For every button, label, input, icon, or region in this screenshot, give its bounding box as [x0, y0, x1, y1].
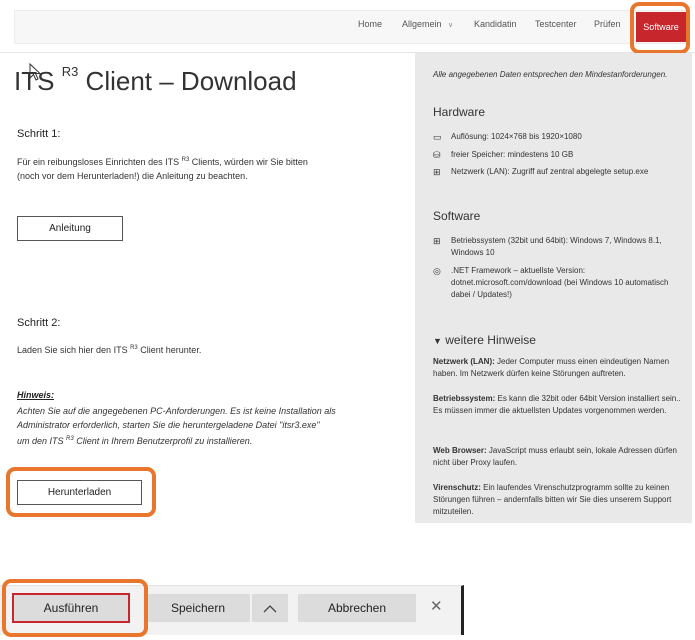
nav-software[interactable]: Software [636, 12, 686, 42]
hint-line-3a: um den ITS [17, 436, 64, 446]
instructions-button[interactable]: Anleitung [17, 216, 123, 241]
hint-text: Achten Sie auf die angegebenen PC-Anford… [17, 404, 377, 448]
triangle-down-icon: ▼ [433, 336, 442, 346]
step2-text: Laden Sie sich hier den ITS R3 Client he… [17, 341, 377, 357]
nav-kandidatin[interactable]: Kandidatin [474, 19, 517, 29]
title-suffix: Client – Download [85, 66, 297, 96]
step1-text-c: (noch vor dem Herunterladen!) die Anleit… [17, 171, 248, 181]
nav-home[interactable]: Home [358, 19, 382, 29]
nav-testcenter[interactable]: Testcenter [535, 19, 577, 29]
step1-heading: Schritt 1: [17, 128, 61, 140]
software-item-os: ⊞ Betriebssystem (32bit und 64bit): Wind… [433, 235, 683, 259]
hint-line-2: Administrator erforderlich, starten Sie … [17, 420, 320, 430]
network-icon: ⊞ [433, 167, 441, 177]
menu-bar [14, 10, 688, 44]
requirements-note: Alle angegebenen Daten entsprechen den M… [433, 70, 668, 79]
hint-browser: Web Browser: JavaScript muss erlaubt sei… [433, 445, 683, 469]
more-hints-toggle[interactable]: ▼ weitere Hinweise [433, 333, 536, 347]
cancel-button[interactable]: Abbrechen [298, 594, 416, 622]
download-button[interactable]: Herunterladen [17, 480, 142, 505]
software-heading: Software [433, 209, 481, 223]
hardware-item-resolution: ▭ Auflösung: 1024×768 bis 1920×1080 [433, 131, 683, 143]
hint-network: Netzwerk (LAN): Jeder Computer muss eine… [433, 356, 683, 380]
download-button-label: Herunterladen [47, 487, 112, 498]
software-item-label: Betriebssystem (32bit und 64bit): Window… [451, 236, 662, 257]
save-button-label: Speichern [170, 601, 226, 615]
step2-text-b: Client herunter. [140, 345, 202, 355]
dotnet-icon: ◎ [433, 266, 441, 276]
save-button[interactable]: Speichern [146, 594, 250, 622]
title-superscript: R3 [61, 64, 79, 79]
cancel-button-label: Abbrechen [327, 601, 387, 615]
step1-text-a: Für ein reibungsloses Einrichten des ITS [17, 157, 180, 167]
more-hints-heading: weitere Hinweise [445, 333, 536, 347]
run-button-label: Ausführen [43, 601, 99, 615]
save-options-button[interactable] [252, 594, 288, 622]
hardware-item-network: ⊞ Netzwerk (LAN): Zugriff auf zentral ab… [433, 166, 683, 178]
hint-network-label: Netzwerk (LAN): [433, 357, 495, 366]
hint-os-label: Betriebssystem: [433, 394, 496, 403]
close-icon[interactable]: ✕ [430, 597, 443, 615]
hint-line-3-sup: R3 [66, 436, 74, 442]
hardware-item-label: Auflösung: 1024×768 bis 1920×1080 [451, 132, 582, 141]
nav-allgemein[interactable]: Allgemein ∨ [402, 19, 453, 29]
step2-heading: Schritt 2: [17, 317, 61, 329]
title-prefix: ITS [14, 66, 55, 96]
database-icon: ⛁ [433, 150, 441, 160]
chevron-down-icon: ∨ [448, 22, 454, 29]
nav-software-label: Software [643, 22, 679, 32]
hint-line-3b: Client in Ihrem Benutzerprofil zu instal… [76, 436, 253, 446]
page-title: ITS R3 Client – Download [14, 64, 297, 97]
run-button[interactable]: Ausführen [12, 593, 130, 623]
hint-os: Betriebssystem: Es kann die 32bit oder 6… [433, 393, 683, 417]
hardware-heading: Hardware [433, 105, 486, 119]
hint-label: Hinweis: [17, 390, 55, 400]
hint-browser-label: Web Browser: [433, 446, 487, 455]
chevron-up-icon [263, 604, 277, 612]
hint-antivirus-label: Virenschutz: [433, 483, 481, 492]
monitor-icon: ▭ [433, 132, 442, 142]
hardware-item-label: Netzwerk (LAN): Zugriff auf zentral abge… [451, 167, 649, 176]
step1-text: Für ein reibungsloses Einrichten des ITS… [17, 153, 377, 183]
step1-text-sup: R3 [181, 157, 190, 163]
hint-line-1: Achten Sie auf die angegebenen PC-Anford… [17, 406, 336, 416]
hint-antivirus: Virenschutz: Ein laufendes Virenschutzpr… [433, 482, 683, 518]
nav-pruefen[interactable]: Prüfen [594, 19, 621, 29]
windows-icon: ⊞ [433, 236, 441, 246]
step2-text-a: Laden Sie sich hier den ITS [17, 345, 128, 355]
software-item-dotnet: ◎ .NET Framework – aktuellste Version: d… [433, 265, 683, 301]
step1-text-b: Clients, würden wir Sie bitten [191, 157, 308, 167]
hardware-item-label: freier Speicher: mindestens 10 GB [451, 150, 574, 159]
hardware-item-storage: ⛁ freier Speicher: mindestens 10 GB [433, 149, 683, 161]
step2-text-sup: R3 [130, 345, 138, 351]
instructions-button-label: Anleitung [49, 223, 91, 234]
nav-allgemein-label: Allgemein [402, 19, 442, 29]
software-item-label: .NET Framework – aktuellste Version: dot… [451, 266, 669, 299]
